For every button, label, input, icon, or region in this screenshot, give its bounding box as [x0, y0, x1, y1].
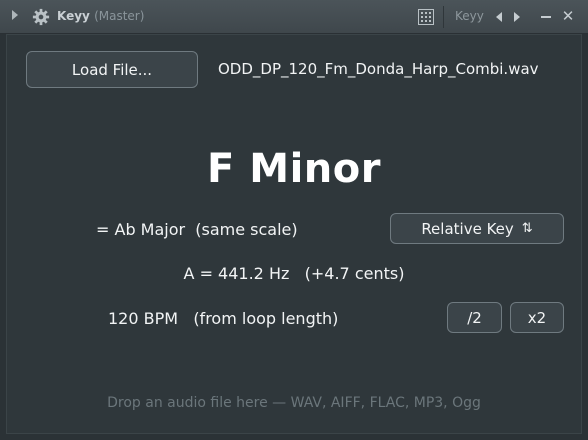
grid-icon[interactable]	[418, 9, 434, 25]
window-title-subtitle: (Master)	[94, 9, 145, 23]
detected-key: F Minor	[207, 146, 381, 192]
tempo-readout: 120 BPM (from loop length)	[108, 309, 339, 328]
double-tempo-button[interactable]: x2	[510, 302, 564, 333]
relative-key-button-label: Relative Key	[421, 219, 514, 238]
title-bar: Keyy (Master) Keyy ✕	[0, 0, 588, 34]
plugin-name[interactable]: Keyy	[455, 9, 484, 23]
drop-hint: Drop an audio file here — WAV, AIFF, FLA…	[107, 395, 481, 411]
swap-icon: ⇅	[521, 221, 533, 236]
half-tempo-button[interactable]: /2	[447, 302, 502, 333]
window-title-name: Keyy	[57, 9, 90, 23]
minimize-icon[interactable]	[541, 16, 551, 18]
window-title: Keyy (Master)	[57, 9, 144, 23]
relative-key-text: = Ab Major (same scale)	[96, 220, 298, 239]
title-bar-divider	[443, 6, 444, 28]
collapse-arrow-icon[interactable]	[12, 10, 18, 20]
gear-icon[interactable]	[32, 8, 50, 26]
loaded-filename: ODD_DP_120_Fm_Donda_Harp_Combi.wav	[218, 60, 539, 78]
relative-key-button[interactable]: Relative Key ⇅	[390, 213, 564, 244]
load-file-button[interactable]: Load File...	[26, 51, 198, 88]
prev-icon[interactable]	[496, 12, 502, 22]
close-icon[interactable]: ✕	[560, 8, 576, 24]
next-icon[interactable]	[514, 12, 520, 22]
tuning-readout: A = 441.2 Hz (+4.7 cents)	[183, 264, 405, 283]
